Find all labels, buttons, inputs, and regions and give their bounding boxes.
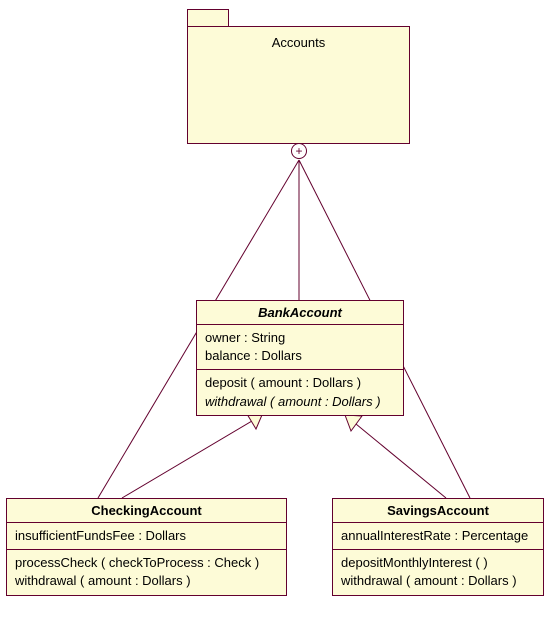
- attribute: insufficientFundsFee : Dollars: [15, 527, 278, 545]
- class-bankaccount: BankAccount owner : String balance : Dol…: [196, 300, 404, 416]
- operation: depositMonthlyInterest ( ): [341, 554, 535, 572]
- operation: withdrawal ( amount : Dollars ): [341, 572, 535, 590]
- operations-compartment: processCheck ( checkToProcess : Check ) …: [7, 550, 286, 594]
- class-title: BankAccount: [197, 301, 403, 325]
- operation: withdrawal ( amount : Dollars ): [15, 572, 278, 590]
- package-title: Accounts: [188, 27, 409, 54]
- package-tab: [187, 9, 229, 27]
- operation: deposit ( amount : Dollars ): [205, 374, 395, 392]
- operations-compartment: deposit ( amount : Dollars ) withdrawal …: [197, 370, 403, 414]
- operation: processCheck ( checkToProcess : Check ): [15, 554, 278, 572]
- attribute: owner : String: [205, 329, 395, 347]
- attribute: annualInterestRate : Percentage: [341, 527, 535, 545]
- nesting-connector-icon: +: [291, 143, 307, 159]
- attributes-compartment: annualInterestRate : Percentage: [333, 523, 543, 550]
- attributes-compartment: owner : String balance : Dollars: [197, 325, 403, 370]
- class-title: CheckingAccount: [7, 499, 286, 523]
- class-savingsaccount: SavingsAccount annualInterestRate : Perc…: [332, 498, 544, 596]
- class-title: SavingsAccount: [333, 499, 543, 523]
- operations-compartment: depositMonthlyInterest ( ) withdrawal ( …: [333, 550, 543, 594]
- attribute: balance : Dollars: [205, 347, 395, 365]
- operation: withdrawal ( amount : Dollars ): [205, 393, 395, 411]
- class-checkingaccount: CheckingAccount insufficientFundsFee : D…: [6, 498, 287, 596]
- attributes-compartment: insufficientFundsFee : Dollars: [7, 523, 286, 550]
- package-accounts: Accounts: [187, 26, 410, 144]
